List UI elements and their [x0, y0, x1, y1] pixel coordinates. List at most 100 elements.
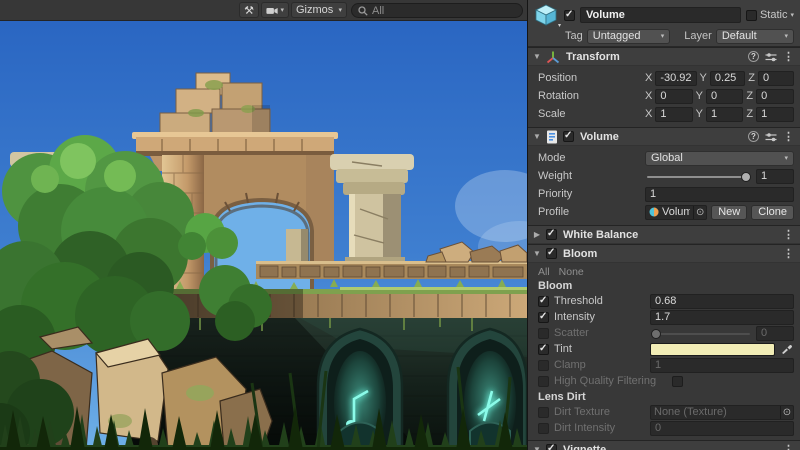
clone-button[interactable]: Clone [751, 205, 794, 220]
camera-settings-button[interactable]: ▾ [261, 2, 289, 18]
priority-field[interactable]: 1 [645, 187, 794, 202]
bloom-header[interactable]: ▼ Bloom ⋮ [528, 244, 800, 263]
white-balance-title: White Balance [563, 229, 638, 241]
position-z-field[interactable]: 0 [758, 71, 794, 86]
priority-label: Priority [538, 188, 641, 200]
gizmos-dropdown[interactable]: Gizmos ▾ [291, 2, 347, 18]
foldout-icon[interactable]: ▼ [532, 52, 542, 61]
vignette-header[interactable]: ▼ Vignette ⋮ [528, 440, 800, 450]
chevron-down-icon: ▾ [338, 6, 342, 14]
dirt-intensity-field[interactable]: 0 [650, 421, 794, 436]
profile-row: Profile Volume_Gl ⊙ New Clone [528, 203, 800, 221]
scene-view[interactable]: ⚒ ▾ Gizmos ▾ All [0, 0, 527, 450]
foldout-icon[interactable]: ▼ [532, 249, 542, 258]
scatter-field[interactable]: 0 [756, 326, 794, 341]
scene-viewport[interactable] [0, 21, 527, 450]
high-quality-filtering-row: High Quality Filtering [528, 373, 800, 389]
layer-dropdown[interactable]: Default ▾ [716, 29, 794, 44]
dirt-texture-object-field[interactable]: None (Texture) ⊙ [650, 405, 794, 420]
transform-component: ▼ Transform ? ⋮ [528, 47, 800, 127]
clamp-field[interactable]: 1 [650, 358, 794, 373]
position-x-field[interactable]: -30.92 [655, 71, 696, 86]
all-link[interactable]: All [538, 266, 550, 278]
gameobject-cube-icon[interactable]: ▾ [533, 2, 559, 28]
rotation-y-field[interactable]: 0 [706, 89, 743, 104]
threshold-override-checkbox[interactable] [538, 296, 549, 307]
gameobject-header: ▾ Volume Static ▾ Tag Untagged ▾ Laye [528, 0, 800, 47]
intensity-field[interactable]: 1.7 [650, 310, 794, 325]
foldout-icon[interactable]: ▼ [532, 445, 542, 450]
inspector-panel: ▾ Volume Static ▾ Tag Untagged ▾ Laye [527, 0, 800, 450]
hqf-value-checkbox[interactable] [672, 376, 683, 387]
scatter-label: Scatter [554, 327, 645, 339]
object-picker-icon[interactable]: ⊙ [693, 206, 706, 219]
rotation-z-field[interactable]: 0 [756, 89, 794, 104]
static-caret-icon[interactable]: ▾ [790, 11, 794, 19]
hqf-label: High Quality Filtering [554, 375, 667, 387]
scale-label: Scale [538, 108, 641, 120]
scene-search-input[interactable]: All [351, 3, 523, 18]
tools-button[interactable]: ⚒ [239, 2, 259, 18]
foldout-icon[interactable]: ▶ [532, 230, 542, 239]
kebab-menu-icon[interactable]: ⋮ [783, 130, 794, 143]
clamp-override-checkbox[interactable] [538, 360, 549, 371]
intensity-override-checkbox[interactable] [538, 312, 549, 323]
volume-header[interactable]: ▼ Volume ? ⋮ [528, 127, 800, 146]
gameobject-name-field[interactable]: Volume [580, 7, 741, 23]
kebab-menu-icon[interactable]: ⋮ [783, 247, 794, 260]
vignette-enabled-checkbox[interactable] [546, 444, 557, 450]
object-picker-icon[interactable]: ⊙ [780, 406, 793, 419]
kebab-menu-icon[interactable]: ⋮ [783, 228, 794, 241]
hqf-override-checkbox[interactable] [538, 376, 549, 387]
tint-override-checkbox[interactable] [538, 344, 549, 355]
scatter-slider[interactable] [650, 326, 752, 341]
unity-editor: ⚒ ▾ Gizmos ▾ All [0, 0, 800, 450]
white-balance-header[interactable]: ▶ White Balance ⋮ [528, 225, 800, 244]
tint-color-swatch[interactable] [650, 343, 775, 356]
presets-icon[interactable] [765, 52, 777, 62]
none-link[interactable]: None [559, 266, 584, 278]
mode-dropdown[interactable]: Global ▾ [645, 151, 794, 166]
dirt-texture-row: Dirt Texture None (Texture) ⊙ [528, 404, 800, 420]
dirt-intensity-override-checkbox[interactable] [538, 423, 549, 434]
scatter-override-checkbox[interactable] [538, 328, 549, 339]
help-icon[interactable]: ? [748, 51, 759, 62]
transform-icon [546, 50, 560, 64]
icon-select-caret[interactable]: ▾ [558, 22, 561, 29]
rotation-x-field[interactable]: 0 [655, 89, 692, 104]
tint-row: Tint [528, 341, 800, 357]
position-y-field[interactable]: 0.25 [710, 71, 745, 86]
tag-dropdown[interactable]: Untagged ▾ [587, 29, 671, 44]
new-button[interactable]: New [711, 205, 747, 220]
white-balance-enabled-checkbox[interactable] [546, 229, 557, 240]
scale-z-field[interactable]: 1 [756, 107, 794, 122]
volume-enabled-checkbox[interactable] [563, 131, 574, 142]
threshold-field[interactable]: 0.68 [650, 294, 794, 309]
tag-value: Untagged [593, 30, 641, 42]
vignette-title: Vignette [563, 444, 606, 450]
transform-header[interactable]: ▼ Transform ? ⋮ [528, 47, 800, 66]
axis-z-label: Z [746, 108, 753, 120]
scale-x-field[interactable]: 1 [655, 107, 692, 122]
scale-y-field[interactable]: 1 [706, 107, 743, 122]
weight-field[interactable]: 1 [756, 169, 794, 184]
gameobject-active-checkbox[interactable] [564, 10, 575, 21]
bloom-enabled-checkbox[interactable] [546, 248, 557, 259]
kebab-menu-icon[interactable]: ⋮ [783, 50, 794, 63]
weight-slider[interactable] [645, 169, 752, 184]
kebab-menu-icon[interactable]: ⋮ [783, 443, 794, 450]
dirt-texture-override-checkbox[interactable] [538, 407, 549, 418]
static-checkbox[interactable] [746, 10, 757, 21]
scale-row: Scale X1 Y1 Z1 [528, 105, 800, 123]
transform-title: Transform [566, 51, 620, 63]
mode-row: Mode Global ▾ [528, 149, 800, 167]
eyedropper-icon[interactable] [779, 342, 794, 357]
scene-toolbar: ⚒ ▾ Gizmos ▾ All [0, 0, 527, 21]
layer-label: Layer [684, 30, 712, 42]
profile-object-field[interactable]: Volume_Gl ⊙ [645, 205, 707, 220]
help-icon[interactable]: ? [748, 131, 759, 142]
foldout-icon[interactable]: ▼ [532, 132, 542, 141]
presets-icon[interactable] [765, 132, 777, 142]
intensity-row: Intensity 1.7 [528, 309, 800, 325]
axis-y-label: Y [696, 108, 703, 120]
